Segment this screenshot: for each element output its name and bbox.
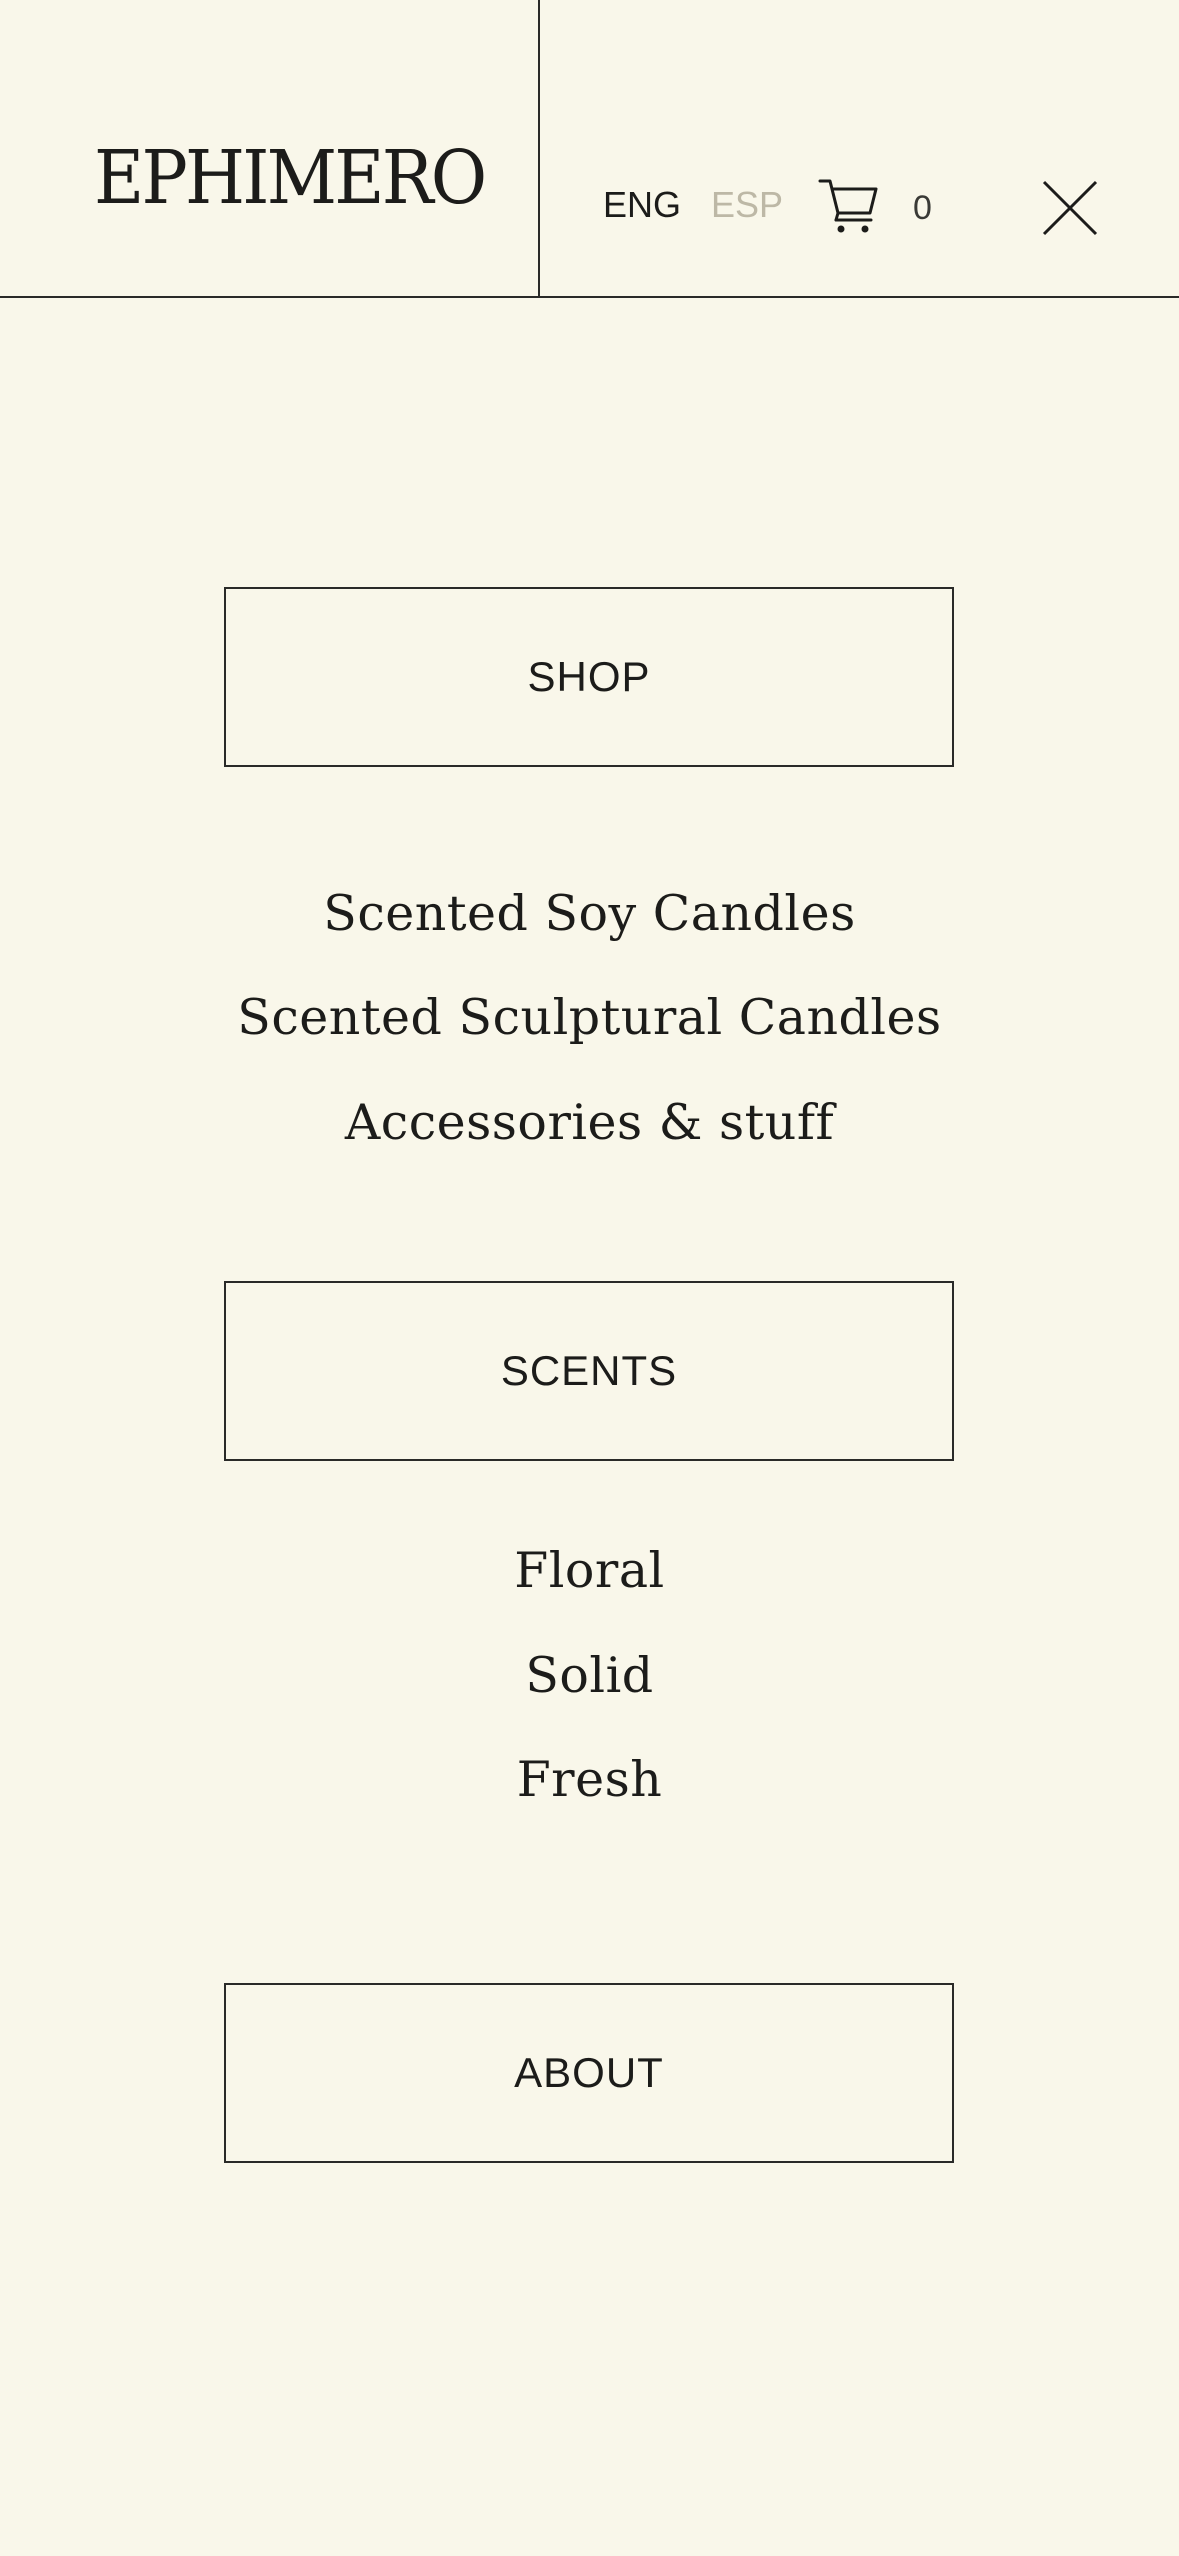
shop-button[interactable]: SHOP [224, 587, 954, 767]
menu-item-accessories[interactable]: Accessories & stuff [0, 1091, 1179, 1155]
brand-logo[interactable]: EPHIMERO [94, 138, 487, 218]
close-icon[interactable] [1040, 178, 1100, 238]
cart-count: 0 [913, 189, 932, 227]
menu-item-scented-soy-candles[interactable]: Scented Soy Candles [0, 882, 1179, 946]
language-esp[interactable]: ESP [711, 183, 783, 227]
language-eng[interactable]: ENG [603, 183, 681, 227]
cart-icon[interactable] [818, 175, 880, 237]
site-header: EPHIMERO ENG ESP 0 [0, 0, 1179, 298]
menu-item-scented-sculptural-candles[interactable]: Scented Sculptural Candles [0, 986, 1179, 1050]
scents-button[interactable]: SCENTS [224, 1281, 954, 1461]
menu-item-floral[interactable]: Floral [0, 1539, 1179, 1603]
about-button[interactable]: ABOUT [224, 1983, 954, 2163]
menu-item-fresh[interactable]: Fresh [0, 1748, 1179, 1812]
header-divider [538, 0, 540, 298]
menu-item-solid[interactable]: Solid [0, 1644, 1179, 1708]
